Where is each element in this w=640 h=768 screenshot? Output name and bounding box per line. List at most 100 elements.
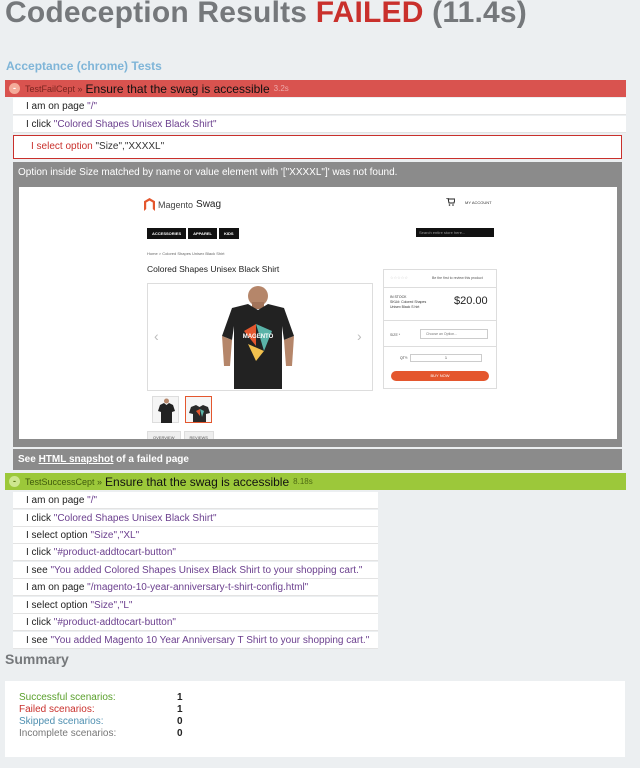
gallery-prev-icon: ‹	[154, 328, 159, 344]
step-row: I click "#product-addtocart-button"	[13, 614, 378, 631]
step-verb: I select option	[26, 530, 91, 541]
step-verb: I am on page	[26, 101, 88, 112]
thumbnail	[185, 396, 212, 423]
shot-breadcrumb: Home > Colored Shapes Unisex Black Shirt	[147, 251, 225, 256]
step-arg: "Size","XL"	[90, 530, 140, 541]
step-verb: I am on page	[26, 495, 88, 506]
passed-scenario-header[interactable]: - TestSuccessCept » Ensure that the swag…	[5, 473, 626, 490]
step-arg: "You added Colored Shapes Unisex Black S…	[50, 565, 363, 576]
size-select: Choose an Option...	[420, 329, 488, 339]
summary-row: Failed scenarios: 1	[19, 704, 625, 716]
thumbnail	[152, 396, 179, 423]
scenario-time: 3.2s	[273, 84, 289, 93]
status-badge: FAILED	[315, 0, 424, 29]
gallery-next-icon: ›	[357, 328, 362, 344]
step-verb: I am on page	[26, 582, 88, 593]
step-row: I see "You added Colored Shapes Unisex B…	[13, 562, 378, 579]
summary-row: Skipped scenarios: 0	[19, 716, 625, 728]
failure-screenshot: Magento Swag MY ACCOUNT ACCESSORIES APPA…	[19, 187, 617, 439]
step-arg: "#product-addtocart-button"	[53, 617, 176, 628]
scenario-time: 8.18s	[293, 477, 313, 486]
step-verb: I click	[26, 547, 54, 558]
step-verb: I see	[26, 565, 51, 576]
suite-title: Acceptance (chrome) Tests	[6, 59, 162, 73]
tab: REVIEWS	[183, 431, 214, 439]
step-row: I am on page "/"	[13, 98, 626, 115]
product-tabs: OVERVIEW REVIEWS	[147, 431, 214, 439]
summary-heading: Summary	[5, 651, 69, 667]
html-snapshot-link[interactable]: HTML snapshot	[39, 454, 114, 465]
page-title-text: Codeception Results	[5, 0, 308, 29]
sku: SKU#: Colored Shapes Unisex Black S hirt	[390, 300, 427, 309]
svg-text:MAGENTO: MAGENTO	[243, 334, 274, 340]
collapse-toggle-icon[interactable]: -	[9, 83, 20, 94]
tab: OVERVIEW	[147, 431, 181, 439]
summary-value: 1	[177, 692, 183, 703]
shot-search: Search entire store here...	[416, 228, 494, 237]
scenario-cept-name: TestFailCept »	[25, 83, 83, 94]
product-gallery: ‹ MAGENTO ›	[147, 283, 373, 391]
size-label: SIZE *	[390, 333, 401, 337]
scenario-title: Ensure that the swag is accessible	[85, 81, 270, 96]
step-verb: I click	[26, 617, 54, 628]
nav-item: APPAREL	[188, 228, 217, 239]
gallery-thumbnails	[152, 396, 212, 423]
step-row: I am on page "/"	[13, 492, 378, 509]
step-row: I select option "Size","XL"	[13, 527, 378, 544]
failure-screenshot-frame: Magento Swag MY ACCOUNT ACCESSORIES APPA…	[13, 183, 622, 447]
divider	[384, 287, 496, 288]
step-arg: "You added Magento 10 Year Anniversary T…	[50, 635, 370, 646]
summary-label: Incomplete scenarios:	[19, 728, 117, 739]
price: $20.00	[454, 295, 488, 307]
step-verb: I see	[26, 635, 51, 646]
step-row: I am on page "/magento-10-year-anniversa…	[13, 579, 378, 596]
summary-row: Incomplete scenarios: 0	[19, 728, 625, 740]
failed-scenario-header[interactable]: - TestFailCept » Ensure that the swag is…	[5, 80, 626, 97]
rating-text: Be the first to review this product	[432, 276, 483, 280]
nav-item: KIDS	[218, 228, 239, 239]
step-row: I click "Colored Shapes Unisex Black Shi…	[13, 510, 378, 527]
total-time: (11.4s)	[432, 0, 527, 29]
snapshot-prefix: See	[18, 454, 39, 465]
step-row: I select option "Size","L"	[13, 597, 378, 614]
step-arg: "Size","XXXXL"	[95, 141, 165, 152]
step-arg: "Colored Shapes Unisex Black Shirt"	[53, 119, 217, 130]
qty-label: QTY:	[400, 356, 408, 360]
snapshot-notice: See HTML snapshot of a failed page	[13, 449, 622, 470]
summary-panel: Successful scenarios: 1 Failed scenarios:…	[5, 681, 625, 757]
step-row: I click "#product-addtocart-button"	[13, 544, 378, 561]
step-verb: I select option	[26, 600, 91, 611]
shot-nav: ACCESSORIES APPAREL KIDS	[147, 228, 239, 239]
collapse-toggle-icon[interactable]: -	[9, 476, 20, 487]
magento-logo-icon	[144, 198, 155, 211]
summary-row: Successful scenarios: 1	[19, 692, 625, 704]
step-arg: "/magento-10-year-anniversary-t-shirt-co…	[87, 582, 309, 593]
nav-item: ACCESSORIES	[147, 228, 187, 239]
step-verb: I select option	[31, 141, 96, 152]
product-info-box: ☆☆☆☆☆ Be the first to review this produc…	[383, 269, 497, 389]
divider	[384, 320, 496, 321]
summary-value: 1	[177, 704, 183, 715]
step-row: I click "Colored Shapes Unisex Black Shi…	[13, 116, 626, 133]
logo-suffix: Swag	[196, 199, 222, 210]
snapshot-suffix: of a failed page	[113, 454, 189, 465]
step-verb: I click	[26, 119, 54, 130]
summary-label: Successful scenarios:	[19, 692, 116, 703]
failed-step: I select option "Size","XXXXL"	[13, 135, 622, 159]
error-message: Option inside Size matched by name or va…	[13, 162, 622, 183]
summary-value: 0	[177, 728, 183, 739]
step-arg: "Size","L"	[90, 600, 133, 611]
summary-label: Failed scenarios:	[19, 704, 95, 715]
scenario-cept-name: TestSuccessCept »	[25, 476, 103, 487]
step-verb: I click	[26, 513, 54, 524]
step-arg: "/"	[87, 495, 98, 506]
step-row: I see "You added Magento 10 Year Anniver…	[13, 632, 378, 649]
cart-icon	[446, 197, 456, 208]
summary-value: 0	[177, 716, 183, 727]
rating-stars-icon: ☆☆☆☆☆	[390, 275, 408, 280]
step-arg: "/"	[87, 101, 98, 112]
scenario-title: Ensure that the swag is accessible	[105, 474, 290, 489]
tshirt-image: MAGENTO	[222, 286, 294, 389]
divider	[384, 346, 496, 347]
page-title: Codeception Results FAILED (11.4s)	[5, 0, 527, 30]
